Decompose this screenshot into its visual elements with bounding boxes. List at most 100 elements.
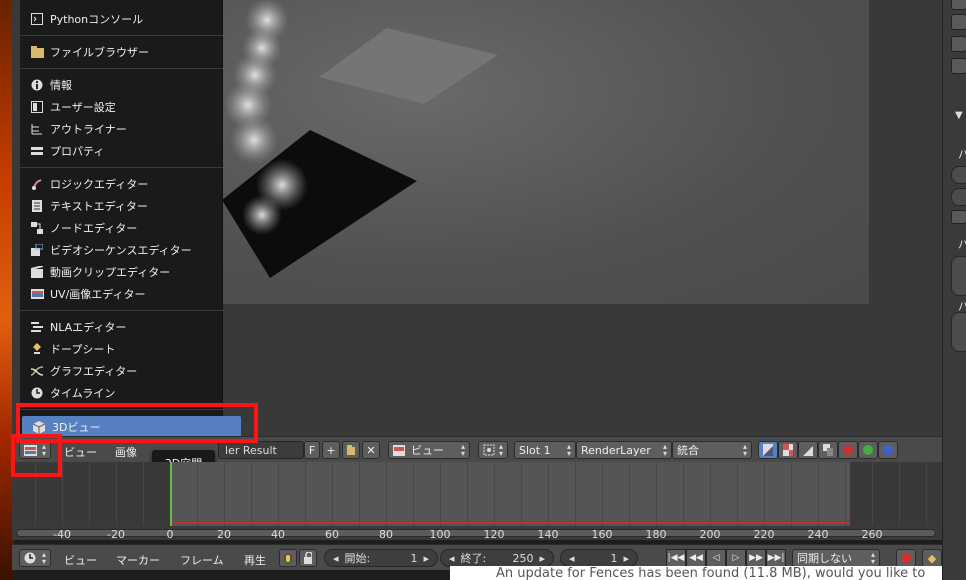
menu-item-clip-editor[interactable]: 動画クリップエディター <box>20 261 223 283</box>
menu-item-dopesheet[interactable]: ドープシート <box>20 338 223 360</box>
dropdown-arrows-icon: ▴ ▾ <box>566 442 571 458</box>
menu-item-properties[interactable]: プロパティ <box>20 140 223 162</box>
close-icon[interactable] <box>951 14 966 30</box>
unlink-image-button[interactable]: ✕ <box>362 441 380 459</box>
dropdown-arrows-icon: ▴ ▾ <box>41 550 46 566</box>
current-frame-value: 1 <box>610 551 618 565</box>
timeline-scrollbar[interactable] <box>12 526 942 540</box>
fake-user-button[interactable]: F <box>304 441 320 459</box>
render-pass-label: 統合 <box>677 444 699 457</box>
menu-item-sequencer[interactable]: ビデオシーケンスエディター <box>20 239 223 261</box>
strip-field[interactable] <box>951 166 966 184</box>
left-arrow-icon: ◂ <box>449 551 455 565</box>
menu-image[interactable]: 画像 <box>115 444 137 460</box>
keyframe-button[interactable]: ◆ <box>922 549 942 567</box>
new-image-button[interactable]: + <box>322 441 340 459</box>
menu-item-outliner[interactable]: アウトライナー <box>20 118 223 140</box>
timeline-tick-label: 260 <box>861 528 883 541</box>
menu-item-text-editor[interactable]: テキストエディター <box>20 195 223 217</box>
timeline-gridline <box>224 462 225 526</box>
timeline-tick-label: 60 <box>325 528 339 541</box>
sync-mode-label: 同期しない <box>797 552 852 565</box>
lock-button[interactable] <box>299 549 317 567</box>
menu-item-user-prefs[interactable]: ユーザー設定 <box>20 96 223 118</box>
current-frame-field[interactable]: ◂ 1 ▸ <box>560 549 638 567</box>
strip-field[interactable] <box>951 312 966 352</box>
timeline-gridline <box>899 462 900 526</box>
uv-image-editor-icon <box>30 287 44 301</box>
pivot-dropdown[interactable]: ▴ ▾ <box>478 441 508 459</box>
timeline-tick-label: 140 <box>537 528 559 541</box>
image-name-field[interactable]: ler Result <box>218 441 304 459</box>
jump-keyframe-back-button[interactable]: ◀◀ <box>686 549 706 567</box>
panel-label: パ <box>958 148 966 161</box>
menu-view[interactable]: ビュー <box>64 552 97 568</box>
jump-end-button[interactable]: ▶▶| <box>766 549 786 567</box>
close-icon: ✕ <box>366 443 376 457</box>
green-channel-button[interactable] <box>858 441 878 459</box>
open-image-button[interactable] <box>342 441 360 459</box>
color-alpha-button[interactable] <box>758 441 778 459</box>
render-pass-dropdown[interactable]: 統合 ▴ ▾ <box>672 441 752 459</box>
jump-start-button[interactable]: |◀◀ <box>666 549 686 567</box>
strip-field[interactable] <box>951 256 966 296</box>
menu-item-logic-editor[interactable]: ロジックエディター <box>20 173 223 195</box>
frame-range <box>172 462 850 526</box>
strip-field[interactable] <box>951 188 966 206</box>
z-buffer-button[interactable] <box>798 441 818 459</box>
display-mode-dropdown[interactable]: ビュー ▴ ▾ <box>388 441 470 459</box>
timeline-gridline <box>872 462 873 526</box>
timeline-tick-label: 80 <box>379 528 393 541</box>
timeline-area[interactable] <box>12 462 942 526</box>
menu-item-nla-editor[interactable]: NLAエディター <box>20 316 223 338</box>
menu-item-python-console[interactable]: Pythonコンソール <box>20 8 223 30</box>
render-result-image <box>222 0 869 304</box>
blue-dot-icon <box>883 445 893 455</box>
jump-start-icon: |◀◀ <box>667 553 685 563</box>
playhead[interactable] <box>170 462 172 526</box>
menu-item-uv-image-editor[interactable]: UV/画像エディター <box>20 283 223 305</box>
red-channel-button[interactable] <box>838 441 858 459</box>
search-icon[interactable] <box>951 58 966 74</box>
menu-item-node-editor[interactable]: ノードエディター <box>20 217 223 239</box>
clipboard-icon[interactable] <box>951 36 966 52</box>
play-reverse-button[interactable]: ◁ <box>706 549 726 567</box>
editor-type-selector[interactable]: ▴ ▾ <box>19 549 51 567</box>
blue-channel-button[interactable] <box>878 441 898 459</box>
logic-editor-icon <box>30 177 44 191</box>
record-button[interactable] <box>896 549 916 567</box>
start-frame-field[interactable]: ◂ 開始: 1 ▸ <box>324 549 438 567</box>
timeline-tick-label: 0 <box>166 528 174 541</box>
timeline-icon <box>24 552 36 564</box>
timeline-tick-label: 100 <box>429 528 451 541</box>
strip-button[interactable] <box>951 210 966 224</box>
properties-panel-strip: ▼ <box>942 0 966 580</box>
end-frame-field[interactable]: ◂ 終了: 250 ▸ <box>440 549 554 567</box>
alpha-button[interactable] <box>778 441 798 459</box>
update-notification[interactable]: An update for Fences has been found (11.… <box>450 566 942 580</box>
collapse-triangle-icon[interactable]: ▼ <box>955 110 963 121</box>
timeline-gridline <box>683 462 684 526</box>
dropdown-arrows-icon: ▴ ▾ <box>662 442 667 458</box>
render-layer-dropdown[interactable]: RenderLayer ▴ ▾ <box>576 441 672 459</box>
play-button[interactable]: ▷ <box>726 549 746 567</box>
menu-item-file-browser[interactable]: ファイルブラウザー <box>20 41 223 63</box>
menu-marker[interactable]: マーカー <box>116 552 160 568</box>
panel-label: パ <box>958 300 966 313</box>
timeline-gridline <box>278 462 279 526</box>
timeline-tick-label: 180 <box>645 528 667 541</box>
menu-frame[interactable]: フレーム <box>180 552 224 568</box>
menu-item-timeline[interactable]: タイムライン <box>20 382 223 404</box>
slot-dropdown[interactable]: Slot 1 ▴ ▾ <box>514 441 576 459</box>
strip-button[interactable] <box>951 0 966 10</box>
sync-mode-dropdown[interactable]: 同期しない ▴ ▾ <box>792 549 880 567</box>
copy-button[interactable] <box>818 441 838 459</box>
panel-label: パ <box>958 238 966 251</box>
menu-item-info[interactable]: 情報 <box>20 74 223 96</box>
menu-item-graph-editor[interactable]: グラフエディター <box>20 360 223 382</box>
menu-playback[interactable]: 再生 <box>244 552 266 568</box>
menu-view[interactable]: ビュー <box>64 444 97 460</box>
keying-button[interactable] <box>279 549 297 567</box>
pivot-icon <box>483 444 495 456</box>
jump-keyframe-forward-button[interactable]: ▶▶ <box>746 549 766 567</box>
